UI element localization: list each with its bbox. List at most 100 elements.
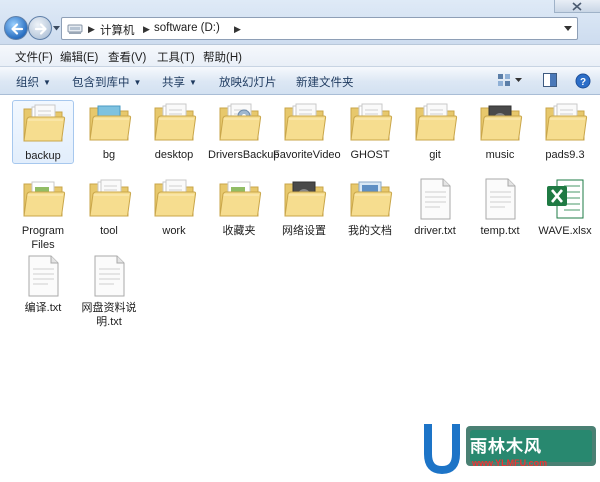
breadcrumb-separator[interactable]: ▶ (88, 24, 95, 35)
file-name: 网盘资料说明.txt (81, 302, 137, 328)
text-file-icon (410, 176, 460, 222)
chevron-down-icon: ▼ (133, 78, 142, 87)
folder-icon (279, 100, 329, 146)
file-name: tool (100, 225, 118, 237)
address-row: ▶ 计算机 ▶ software (D:) ▶ (0, 0, 600, 44)
folder-icon (345, 176, 395, 222)
folder-icon (540, 100, 590, 146)
back-button[interactable] (4, 16, 28, 40)
watermark: 雨林木风 www.YLMFU.com (420, 414, 600, 482)
file-item[interactable]: 网盘资料说明.txt (78, 253, 140, 329)
new-folder-button[interactable]: 新建文件夹 (296, 74, 354, 90)
file-item[interactable]: FavoriteVideo (273, 100, 341, 162)
file-item[interactable]: WAVE.xlsx (534, 176, 596, 238)
file-item[interactable]: music (469, 100, 531, 162)
file-item[interactable]: temp.txt (469, 176, 531, 238)
file-item[interactable]: Program Files (12, 176, 74, 252)
menu-tools[interactable]: 工具(T) (157, 49, 195, 65)
close-icon (572, 2, 582, 11)
file-item[interactable]: git (404, 100, 466, 162)
file-item[interactable]: 收藏夹 (208, 176, 270, 238)
file-item[interactable]: 我的文档 (339, 176, 401, 238)
forward-button[interactable] (28, 16, 52, 40)
folder-icon (84, 100, 134, 146)
folder-icon (410, 100, 460, 146)
file-item[interactable]: GHOST (339, 100, 401, 162)
file-name: 收藏夹 (222, 225, 256, 237)
chevron-down-icon: ▼ (43, 78, 51, 87)
file-name: music (485, 149, 515, 161)
folder-icon (18, 101, 68, 147)
file-name: driver.txt (414, 225, 456, 237)
computer-icon (67, 24, 83, 34)
include-in-library-button[interactable]: 包含到库中 ▼ (72, 74, 141, 90)
file-item[interactable]: backup (12, 100, 74, 164)
file-name: GHOST (350, 149, 390, 161)
breadcrumb-separator[interactable]: ▶ (234, 24, 241, 35)
file-item[interactable]: work (143, 176, 205, 238)
file-item[interactable]: 网络设置 (273, 176, 335, 238)
file-name: bg (102, 149, 116, 161)
folder-icon (345, 100, 395, 146)
excel-file-icon (540, 176, 590, 222)
folder-icon (149, 100, 199, 146)
file-item[interactable]: bg (78, 100, 140, 162)
text-file-icon (18, 253, 68, 299)
include-in-library-label: 包含到库中 (72, 77, 130, 89)
close-window-button[interactable] (554, 0, 600, 13)
file-item[interactable]: desktop (143, 100, 205, 162)
file-item[interactable]: DriversBackup (208, 100, 280, 162)
share-button[interactable]: 共享 ▼ (162, 74, 197, 90)
organize-label: 组织 (16, 77, 39, 89)
watermark-text: 雨林木风 (470, 437, 542, 457)
file-name: backup (25, 150, 61, 162)
history-dropdown-icon[interactable] (53, 26, 60, 31)
folder-icon (84, 176, 134, 222)
svg-text:?: ? (580, 77, 586, 88)
command-bar: 组织 ▼ 包含到库中 ▼ 共享 ▼ 放映幻灯片 新建文件夹 ? (0, 67, 600, 95)
slideshow-button[interactable]: 放映幻灯片 (219, 74, 277, 90)
folder-icon (475, 100, 525, 146)
menu-bar: 文件(F) 编辑(E) 查看(V) 工具(T) 帮助(H) (0, 44, 600, 67)
folder-icon (18, 176, 68, 222)
change-view-button[interactable] (497, 73, 523, 87)
arrow-left-icon (11, 23, 24, 35)
address-dropdown-icon[interactable] (564, 26, 572, 31)
arrow-right-icon (34, 23, 47, 35)
file-name: 网络设置 (282, 225, 326, 237)
folder-icon (279, 176, 329, 222)
file-name: Program Files (21, 225, 65, 251)
file-name: pads9.3 (545, 149, 585, 161)
file-item[interactable]: 编译.txt (12, 253, 74, 315)
file-item[interactable]: driver.txt (404, 176, 466, 238)
file-name: temp.txt (480, 225, 520, 237)
organize-button[interactable]: 组织 ▼ (16, 74, 51, 90)
folder-icon (149, 176, 199, 222)
preview-pane-icon[interactable] (543, 73, 557, 87)
file-item[interactable]: tool (78, 176, 140, 238)
menu-help[interactable]: 帮助(H) (203, 49, 242, 65)
file-name: 编译.txt (24, 302, 62, 314)
watermark-url: www.YLMFU.com (472, 458, 548, 468)
file-name: WAVE.xlsx (538, 225, 592, 237)
file-item[interactable]: pads9.3 (534, 100, 596, 162)
share-label: 共享 (162, 77, 185, 89)
folder-icon (214, 176, 264, 222)
file-name: desktop (154, 149, 194, 161)
folder-icon (214, 100, 264, 146)
help-icon[interactable]: ? (575, 73, 591, 89)
breadcrumb-separator[interactable]: ▶ (143, 24, 150, 35)
menu-file[interactable]: 文件(F) (15, 49, 53, 65)
file-name: git (429, 149, 441, 161)
file-name: 我的文档 (348, 225, 392, 237)
address-box[interactable]: ▶ 计算机 ▶ software (D:) ▶ (61, 17, 578, 40)
file-name: DriversBackup (208, 149, 280, 161)
menu-view[interactable]: 查看(V) (108, 49, 146, 65)
text-file-icon (475, 176, 525, 222)
breadcrumb-computer[interactable]: 计算机 (100, 22, 135, 38)
menu-edit[interactable]: 编辑(E) (60, 49, 98, 65)
file-name: work (162, 225, 186, 237)
file-name: FavoriteVideo (273, 149, 341, 161)
breadcrumb-drive[interactable]: software (D:) (154, 22, 220, 34)
chevron-down-icon: ▼ (189, 78, 197, 87)
